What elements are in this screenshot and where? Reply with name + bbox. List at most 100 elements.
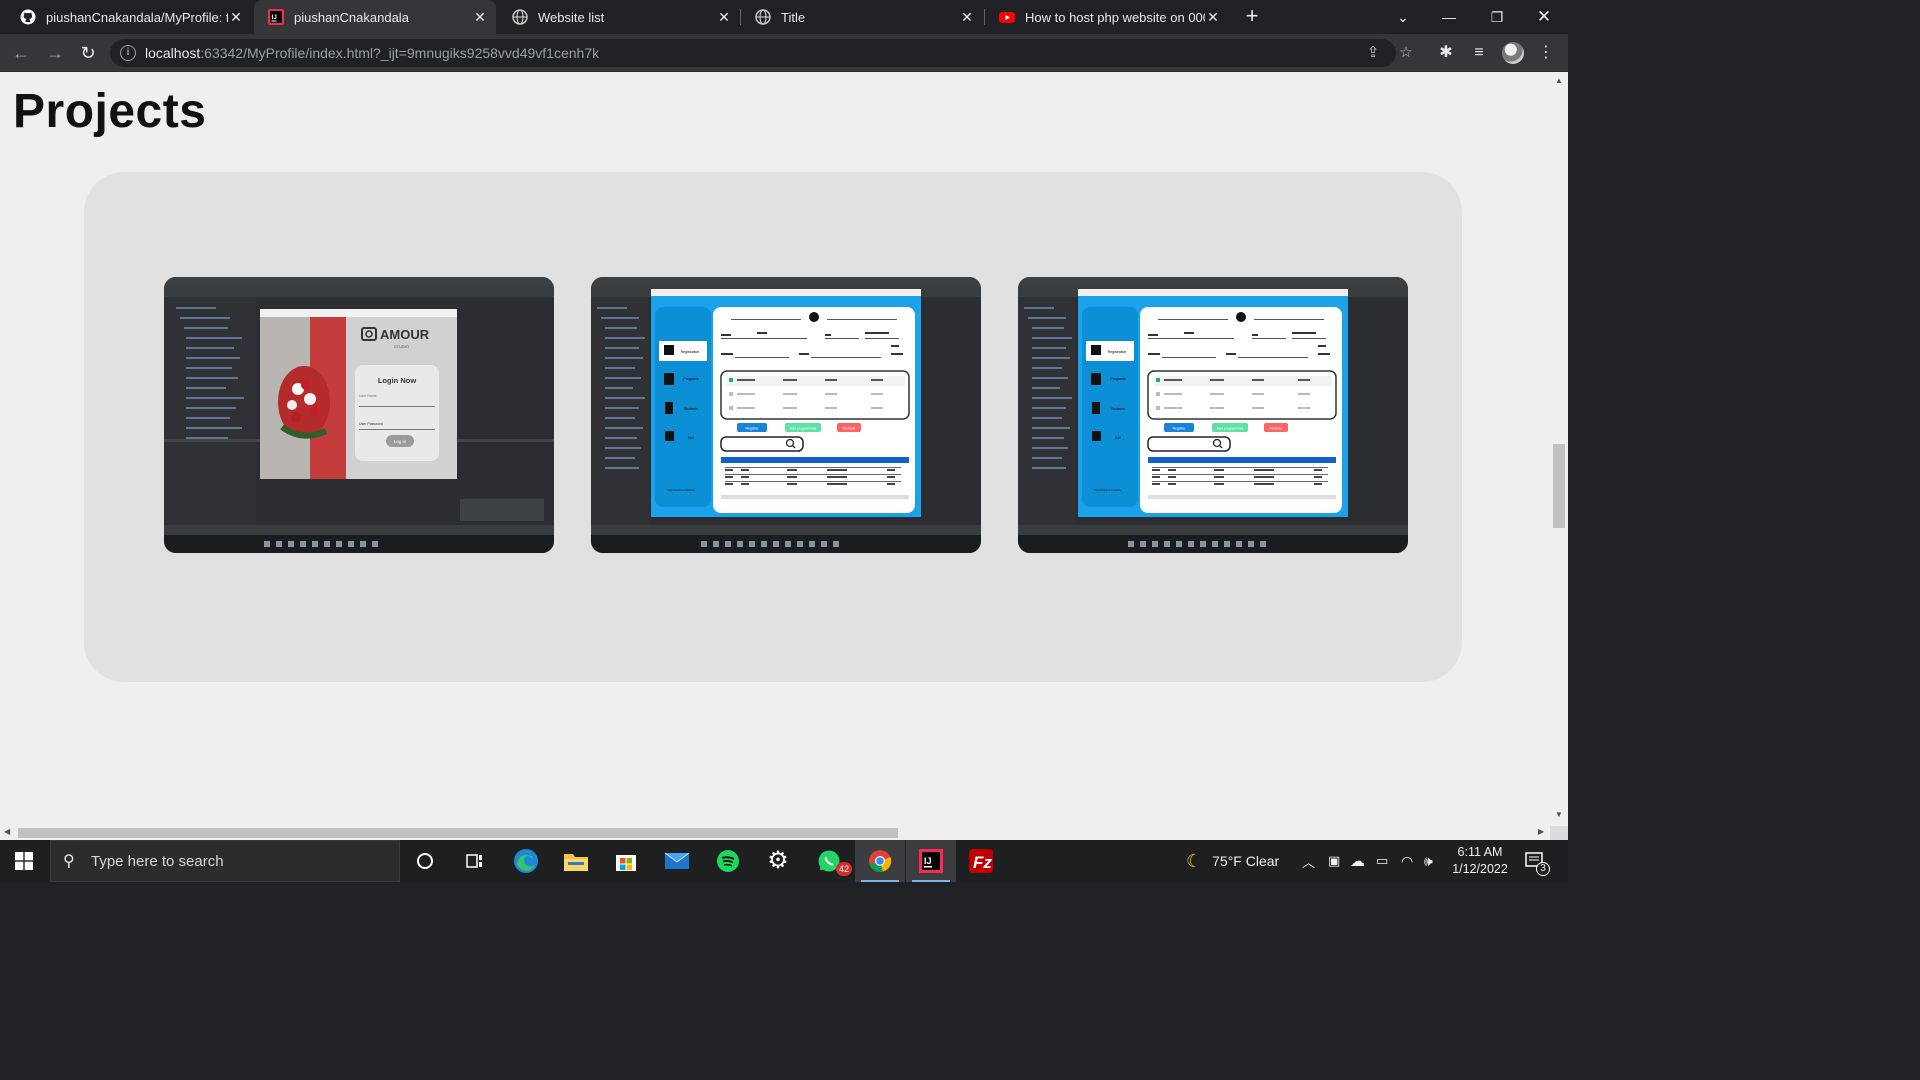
taskbar-spotify[interactable] [703,840,753,882]
meet-now-icon[interactable]: ▣ [1328,840,1340,882]
svg-text:Remove: Remove [1269,427,1282,431]
profile-avatar[interactable] [1502,42,1524,64]
tab-search-chevron-icon[interactable]: ⌄ [1380,0,1426,34]
scroll-left-arrow-icon[interactable]: ◀ [4,827,10,836]
tab-close-icon[interactable]: ✕ [472,9,488,26]
scroll-up-arrow-icon[interactable]: ▲ [1554,76,1564,85]
tab-title: How to host php website on 000 [1025,9,1205,25]
search-icon: ⚲ [63,853,75,870]
svg-text:Fz: Fz [973,853,992,872]
taskbar-search-box[interactable]: ⚲ Type here to search [50,840,400,882]
intellij-icon: IJ [268,9,284,25]
tab-close-icon[interactable]: ✕ [716,9,732,26]
new-tab-button[interactable]: + [1240,5,1264,29]
menu-kebab-icon[interactable]: ⋮ [1536,43,1556,63]
task-view-button[interactable] [450,840,500,882]
svg-text:Add programmes: Add programmes [790,427,817,431]
globe-icon [755,9,771,25]
taskbar-intellij[interactable]: IJ [906,840,956,882]
tab-close-icon[interactable]: ✕ [959,9,975,26]
horizontal-scrollbar[interactable]: ◀ ▶ [0,826,1550,840]
restore-button[interactable]: ❐ [1474,0,1520,34]
gear-icon: ⚙ [767,847,789,874]
volume-icon[interactable]: 🕪 [1424,840,1433,882]
scroll-down-arrow-icon[interactable]: ▼ [1554,810,1564,819]
taskbar-edge[interactable] [501,840,551,882]
taskbar-filezilla[interactable]: Fz [956,840,1006,882]
start-button[interactable] [0,840,48,882]
tab-close-icon[interactable]: ✕ [228,9,244,26]
weather-text: 75°F Clear [1212,853,1280,869]
tab-title-page[interactable]: Title ✕ [741,0,983,34]
onedrive-cloud-icon[interactable]: ☁ [1350,840,1365,882]
taskbar-microsoft-store[interactable] [601,840,651,882]
scroll-right-arrow-icon[interactable]: ▶ [1538,827,1544,836]
taskbar-whatsapp[interactable]: 42 [804,840,854,882]
tab-strip: piushanCnakandala/MyProfile: th ✕ IJ piu… [0,0,1568,34]
svg-text:Students: Students [1111,407,1125,411]
taskbar-mail[interactable] [652,840,702,882]
close-window-button[interactable]: ✕ [1521,0,1567,34]
edge-icon [514,849,538,873]
share-icon[interactable]: ⇪ [1364,44,1382,62]
svg-text:Exit: Exit [688,436,694,440]
svg-text:Register: Register [1172,427,1186,431]
clock-date: 1/12/2022 [1452,862,1508,876]
folder-icon [564,854,588,871]
wifi-icon[interactable]: ◠ [1401,840,1413,882]
windows-logo-icon [15,852,33,870]
svg-text:Register: Register [745,427,759,431]
taskbar-file-explorer[interactable] [551,840,601,882]
svg-text:Students: Students [684,407,698,411]
username-label: User Name [359,394,377,398]
svg-text:Add programmes: Add programmes [1217,427,1244,431]
tab-title: piushanCnakandala/MyProfile: th [46,9,228,25]
project-logo-subtitle: STUDIO [394,344,409,349]
svg-text:IJ: IJ [924,856,932,866]
svg-text:Opensource Institute: Opensource Institute [1094,488,1122,492]
battery-icon[interactable]: ▭ [1376,840,1388,882]
tab-title: Website list [538,9,605,25]
project-card-institute-2[interactable]: Registration Programs Students Exit Open… [1018,277,1408,553]
vertical-scroll-thumb[interactable] [1553,444,1565,528]
login-button-label: Log in [394,439,407,444]
horizontal-scroll-thumb[interactable] [18,828,898,838]
media-queue-icon[interactable]: ≡ [1469,43,1489,63]
svg-text:Exit: Exit [1115,436,1121,440]
extensions-puzzle-icon[interactable]: ✱ [1436,43,1456,63]
url-text[interactable]: localhost:63342/MyProfile/index.html?_ij… [145,45,599,61]
weather-widget[interactable]: ☾ 75°F Clear [1186,840,1279,882]
project-logo-text: AMOUR [380,327,430,342]
tab-title: piushanCnakandala [294,9,409,25]
cortana-button[interactable] [400,840,450,882]
tab-website-list[interactable]: Website list ✕ [498,0,740,34]
windows-taskbar: ⚲ Type here to search ⚙ 42 IJ Fz ☾ 75°F … [0,840,1568,882]
notification-count-badge: 3 [1536,862,1550,876]
back-button[interactable]: ← [10,42,32,64]
globe-icon [512,9,528,25]
tab-profile[interactable]: IJ piushanCnakandala ✕ [254,0,496,34]
taskbar-settings[interactable]: ⚙ [753,840,803,882]
task-view-icon [466,854,482,868]
tray-overflow-chevron-icon[interactable]: ︿ [1302,840,1315,882]
taskbar-chrome[interactable] [855,840,905,882]
reload-button[interactable]: ↻ [77,42,99,64]
address-bar[interactable]: i localhost:63342/MyProfile/index.html?_… [110,39,1413,67]
svg-text:Opensource Institute: Opensource Institute [667,488,695,492]
notification-center-button[interactable]: 3 [1524,840,1550,882]
vertical-scrollbar[interactable]: ▲ ▼ [1550,72,1568,826]
intellij-idea-icon: IJ [919,849,943,873]
tab-youtube[interactable]: How to host php website on 000 ✕ [985,0,1229,34]
store-icon [616,855,636,871]
minimize-button[interactable]: — [1426,0,1472,34]
tab-github-repo[interactable]: piushanCnakandala/MyProfile: th ✕ [6,0,252,34]
site-info-icon[interactable]: i [120,45,136,61]
project-card-institute-1[interactable]: Registration Programs Students Exit Open… [591,277,981,553]
tab-close-icon[interactable]: ✕ [1205,9,1221,26]
project-card-amour[interactable]: AMOUR STUDIO Login Now User Name User Pa… [164,277,554,553]
search-placeholder: Type here to search [91,852,224,870]
bookmark-star-icon[interactable]: ☆ [1397,44,1415,62]
spotify-icon [717,850,739,872]
system-clock[interactable]: 6:11 AM 1/12/2022 [1446,844,1514,878]
forward-button[interactable]: → [44,42,66,64]
